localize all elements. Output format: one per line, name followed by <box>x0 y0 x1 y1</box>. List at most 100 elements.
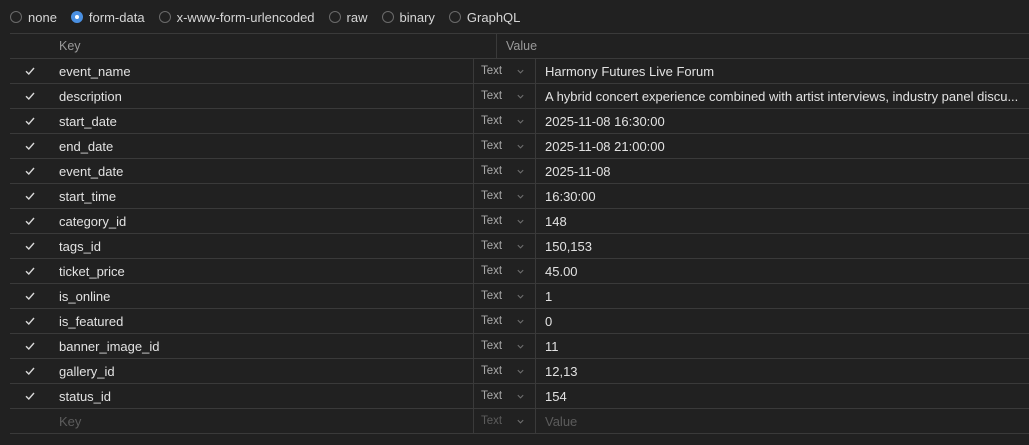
param-key[interactable]: category_id <box>50 214 473 229</box>
param-value[interactable]: A hybrid concert experience combined wit… <box>536 89 1029 104</box>
check-icon[interactable] <box>24 190 36 202</box>
table-row: end_date Text 2025-11-08 21:00:00 <box>10 134 1029 159</box>
param-key[interactable]: description <box>50 89 473 104</box>
check-icon[interactable] <box>24 365 36 377</box>
radio-icon <box>158 11 171 23</box>
param-key[interactable]: tags_id <box>50 239 473 254</box>
param-type-label: Text <box>481 315 503 327</box>
param-value[interactable]: 1 <box>536 289 1029 304</box>
param-type-select[interactable]: Text <box>473 309 536 333</box>
new-key-input[interactable]: Key <box>50 414 473 429</box>
chevron-down-icon <box>517 294 524 299</box>
param-type-select[interactable]: Text <box>473 109 536 133</box>
param-key[interactable]: start_date <box>50 114 473 129</box>
param-value[interactable]: 11 <box>536 339 1029 354</box>
param-type-select[interactable]: Text <box>473 134 536 158</box>
param-value[interactable]: 2025-11-08 16:30:00 <box>536 114 1029 129</box>
param-type-select[interactable]: Text <box>473 209 536 233</box>
check-icon[interactable] <box>24 340 36 352</box>
check-icon[interactable] <box>24 290 36 302</box>
param-value[interactable]: 12,13 <box>536 364 1029 379</box>
table-row: status_id Text 154 <box>10 384 1029 409</box>
param-key[interactable]: status_id <box>50 389 473 404</box>
body-type-form-data[interactable]: form-data <box>70 10 145 25</box>
body-type-raw[interactable]: raw <box>328 10 368 25</box>
table-row: description Text A hybrid concert experien… <box>10 84 1029 109</box>
param-key[interactable]: event_name <box>50 64 473 79</box>
param-key[interactable]: is_online <box>50 289 473 304</box>
chevron-down-icon <box>517 219 524 224</box>
body-type-urlencoded[interactable]: x-www-form-urlencoded <box>158 10 315 25</box>
param-value[interactable]: 45.00 <box>536 264 1029 279</box>
chevron-down-icon <box>517 419 524 424</box>
chevron-down-icon <box>517 319 524 324</box>
table-row-empty: Key Text Value <box>10 409 1029 434</box>
param-value[interactable]: Harmony Futures Live Forum <box>536 64 1029 79</box>
chevron-down-icon <box>517 169 524 174</box>
param-type-label: Text <box>481 140 503 152</box>
check-icon[interactable] <box>24 65 36 77</box>
check-icon[interactable] <box>24 265 36 277</box>
param-type-label: Text <box>481 165 503 177</box>
param-type-select[interactable]: Text <box>473 184 536 208</box>
chevron-down-icon <box>517 369 524 374</box>
param-key[interactable]: banner_image_id <box>50 339 473 354</box>
param-key[interactable]: end_date <box>50 139 473 154</box>
chevron-down-icon <box>517 244 524 249</box>
param-type-select[interactable]: Text <box>473 259 536 283</box>
param-value[interactable]: 148 <box>536 214 1029 229</box>
radio-icon <box>448 11 461 23</box>
chevron-down-icon <box>517 394 524 399</box>
param-value[interactable]: 2025-11-08 <box>536 164 1029 179</box>
chevron-down-icon <box>517 119 524 124</box>
table-row: event_name Text Harmony Futures Live Forum <box>10 59 1029 84</box>
param-type-select[interactable]: Text <box>473 284 536 308</box>
check-icon[interactable] <box>24 390 36 402</box>
param-type-select[interactable]: Text <box>473 84 536 108</box>
radio-icon <box>10 11 22 23</box>
check-icon[interactable] <box>24 90 36 102</box>
param-type-label: Text <box>481 340 503 352</box>
chevron-down-icon <box>517 344 524 349</box>
chevron-down-icon <box>517 269 524 274</box>
param-type-label: Text <box>481 115 503 127</box>
check-icon[interactable] <box>24 240 36 252</box>
new-value-input[interactable]: Value <box>536 414 1029 429</box>
param-value[interactable]: 16:30:00 <box>536 189 1029 204</box>
body-type-graphql[interactable]: GraphQL <box>448 10 520 25</box>
check-icon[interactable] <box>24 215 36 227</box>
param-type-select[interactable]: Text <box>473 234 536 258</box>
table-row: is_featured Text 0 <box>10 309 1029 334</box>
check-icon[interactable] <box>24 115 36 127</box>
new-type-select[interactable]: Text <box>473 409 536 433</box>
table-row: start_time Text 16:30:00 <box>10 184 1029 209</box>
check-icon[interactable] <box>24 165 36 177</box>
param-type-label: Text <box>481 190 503 202</box>
table-row: is_online Text 1 <box>10 284 1029 309</box>
check-icon[interactable] <box>24 315 36 327</box>
param-key[interactable]: ticket_price <box>50 264 473 279</box>
body-type-none[interactable]: none <box>10 10 57 25</box>
param-type-select[interactable]: Text <box>473 59 536 83</box>
param-type-select[interactable]: Text <box>473 359 536 383</box>
check-icon[interactable] <box>24 140 36 152</box>
chevron-down-icon <box>517 94 524 99</box>
new-type-label: Text <box>481 415 503 427</box>
param-type-select[interactable]: Text <box>473 159 536 183</box>
param-key[interactable]: event_date <box>50 164 473 179</box>
param-value[interactable]: 2025-11-08 21:00:00 <box>536 139 1029 154</box>
body-type-binary[interactable]: binary <box>381 10 435 25</box>
param-value[interactable]: 150,153 <box>536 239 1029 254</box>
param-type-label: Text <box>481 290 503 302</box>
param-type-select[interactable]: Text <box>473 334 536 358</box>
param-key[interactable]: start_time <box>50 189 473 204</box>
chevron-down-icon <box>517 69 524 74</box>
radio-selected-icon <box>70 11 83 23</box>
param-type-label: Text <box>481 240 503 252</box>
param-key[interactable]: gallery_id <box>50 364 473 379</box>
param-value[interactable]: 154 <box>536 389 1029 404</box>
param-type-select[interactable]: Text <box>473 384 536 408</box>
param-value[interactable]: 0 <box>536 314 1029 329</box>
table-row: tags_id Text 150,153 <box>10 234 1029 259</box>
param-key[interactable]: is_featured <box>50 314 473 329</box>
